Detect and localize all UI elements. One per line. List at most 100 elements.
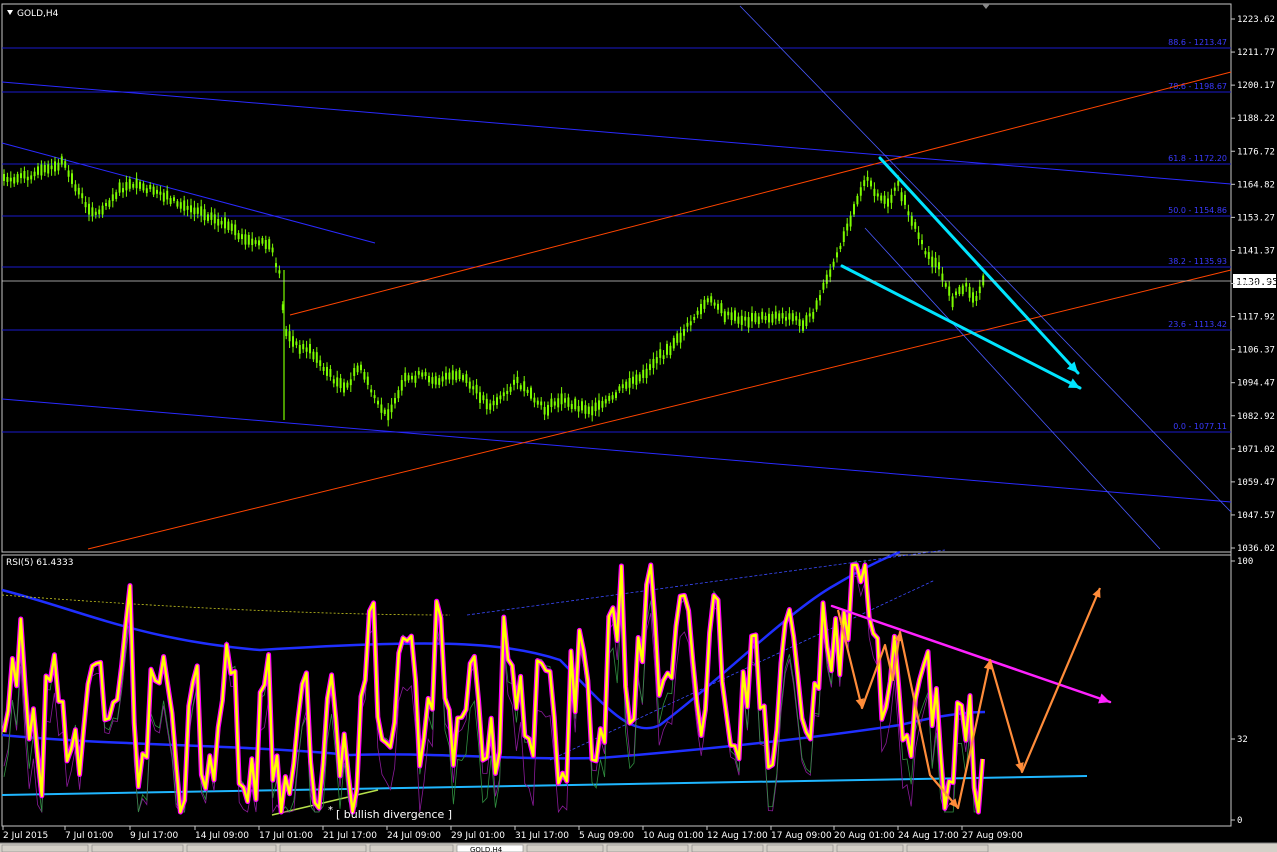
candle-body (179, 202, 182, 209)
candle-body (149, 185, 152, 190)
candle-body (975, 295, 978, 301)
candle-body (808, 313, 811, 317)
candle-body (876, 193, 879, 197)
candle-body (577, 406, 580, 412)
candle-body (203, 209, 206, 221)
candle-body (186, 205, 189, 210)
candle-body (873, 188, 876, 196)
candle-body (645, 368, 648, 379)
candle-body (761, 311, 764, 320)
candle-body (958, 286, 961, 295)
price-tick-label: 1164.82 (1237, 180, 1275, 190)
candle-body (683, 329, 685, 336)
candle-body (713, 302, 716, 306)
candle-body (94, 211, 97, 215)
candle-body (955, 291, 957, 296)
candle-body (961, 285, 964, 295)
time-tick-label: 17 Aug 09:00 (771, 831, 832, 841)
candle-body (689, 321, 692, 326)
candle-body (329, 368, 332, 377)
candle-body (557, 398, 560, 408)
tab-inactive (369, 844, 454, 852)
candle-body (458, 369, 461, 380)
candle-body (584, 405, 587, 414)
candle-body (859, 187, 862, 196)
candle-body (33, 171, 36, 177)
time-tick-label: 21 Jul 17:00 (323, 831, 377, 841)
candle-body (635, 374, 638, 385)
candle-body (162, 192, 165, 202)
candle-body (734, 310, 736, 321)
candle-body (84, 202, 87, 208)
divergence-marker: * (328, 805, 333, 816)
tab-inactive (91, 844, 184, 852)
candle-body (383, 409, 386, 415)
candle-body (900, 192, 903, 202)
candle-body (812, 312, 815, 319)
candle-body (832, 261, 835, 267)
candle-body (261, 238, 264, 244)
candle-body (788, 313, 791, 320)
candle-body (278, 270, 281, 274)
candle-body (183, 200, 186, 211)
candle-body (295, 341, 298, 346)
candle-body (679, 332, 682, 343)
candle-body (502, 392, 505, 397)
candle-body (880, 195, 883, 201)
time-tick-label: 24 Aug 17:00 (898, 831, 959, 841)
candle-body (513, 379, 515, 385)
candle-body (128, 179, 131, 189)
candle-body (169, 198, 172, 204)
candle-body (57, 162, 60, 171)
candle-body (598, 400, 600, 410)
candle-body (591, 406, 594, 416)
candle-body (305, 347, 308, 352)
price-tick-label: 1200.17 (1237, 81, 1275, 91)
candle-body (13, 177, 16, 184)
chart-canvas[interactable]: 88.6 - 1213.47 78.6 - 1198.67 61.8 - 1172.… (0, 0, 1277, 852)
candle-body (244, 234, 247, 245)
candle-body (941, 273, 944, 281)
candle-body (309, 343, 311, 354)
candle-body (553, 401, 556, 406)
candle-body (849, 215, 852, 227)
candle-body (77, 187, 80, 195)
candle-body (550, 398, 553, 407)
candle-body (536, 400, 539, 405)
candle-body (496, 397, 498, 405)
candle-body (829, 269, 832, 277)
price-tick-label: 1059.47 (1237, 478, 1275, 488)
candle-body (672, 338, 675, 349)
candle-body (938, 262, 940, 270)
candle-body (438, 378, 441, 385)
candle-body (819, 295, 821, 301)
candle-body (730, 312, 733, 321)
candle-body (564, 398, 566, 403)
candle-body (421, 372, 424, 377)
candle-body (125, 182, 128, 191)
candle-body (764, 315, 767, 321)
candle-body (601, 400, 604, 408)
candle-body (924, 251, 927, 255)
candle-body (373, 395, 376, 399)
candle-body (836, 252, 838, 258)
candle-body (744, 316, 747, 321)
symbol-dropdown-icon[interactable] (7, 10, 13, 15)
candle-body (88, 203, 90, 215)
time-tick-label: 24 Jul 09:00 (387, 831, 441, 841)
candle-body (751, 312, 753, 322)
candle-body (343, 382, 345, 393)
shift-marker-icon[interactable] (982, 4, 990, 9)
rsi-axis: 100 32 0 (1231, 557, 1253, 826)
candle-body (200, 206, 203, 216)
candle-body (247, 235, 250, 245)
rsi-indicator-lines (1, 549, 1112, 816)
candle-body (74, 184, 77, 192)
candle-body (523, 381, 526, 392)
candle-body (414, 375, 417, 383)
candle-body (390, 404, 393, 413)
candle-body (846, 223, 849, 231)
candle-body (866, 176, 869, 181)
candle-body (870, 180, 872, 187)
candle-body (118, 182, 121, 193)
